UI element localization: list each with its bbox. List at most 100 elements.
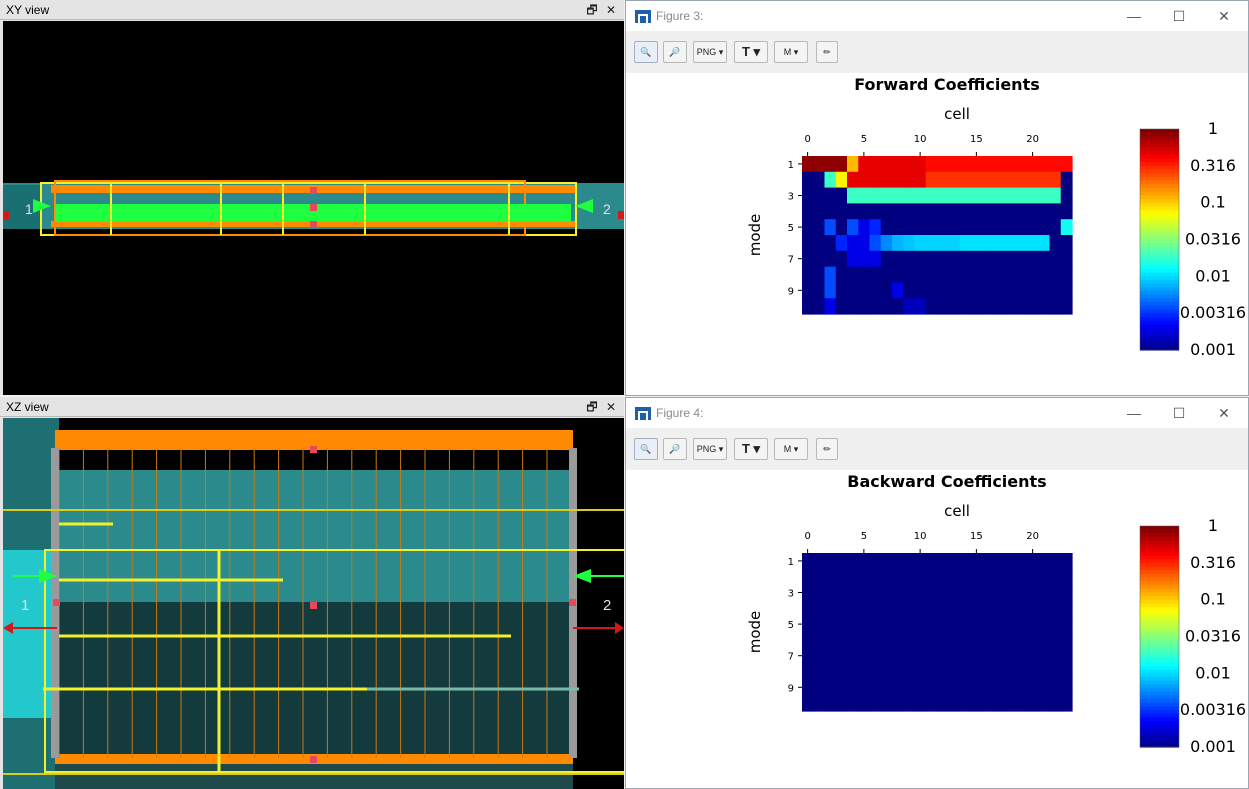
zoom-icon[interactable]: 🔍 (634, 41, 658, 63)
backward-colorbar-band (1140, 647, 1179, 652)
forward-heatmap-cell (880, 219, 893, 236)
marker-tool-button[interactable]: M ▾ (774, 41, 808, 63)
close-icon[interactable]: ✕ (603, 399, 619, 415)
forward-heatmap-cell (914, 171, 927, 189)
restore-icon[interactable]: 🗗 (584, 399, 600, 415)
minimize-icon[interactable]: — (1120, 5, 1148, 27)
backward-heatmap-cell (880, 553, 893, 570)
backward-heatmap-cell (802, 616, 814, 633)
close-icon[interactable]: ✕ (1210, 402, 1238, 424)
maximize-icon[interactable]: ☐ (1165, 402, 1193, 424)
forward-heatmap-cell (1060, 235, 1073, 252)
forward-heatmap-cell (937, 156, 949, 173)
marker-tool-button[interactable]: M ▾ (774, 438, 808, 460)
xz-viewport[interactable]: 1 2 (3, 418, 624, 789)
backward-heatmap-cell (847, 553, 859, 570)
forward-heatmap-cell (982, 219, 994, 236)
backward-heatmap-cell (1027, 647, 1039, 665)
close-icon[interactable]: ✕ (603, 2, 619, 18)
xz-handle[interactable] (310, 446, 317, 453)
xz-handle[interactable] (53, 599, 60, 606)
xz-handle[interactable] (310, 602, 317, 609)
backward-colorbar-band (1140, 533, 1179, 538)
backward-heatmap-cell (982, 600, 994, 617)
forward-colorbar-band (1140, 176, 1179, 182)
backward-colorbar-band (1140, 537, 1179, 542)
forward-coefficients-chart: Forward Coefficients cell mode 0 5 10 15 20 1 3 5 7… (746, 75, 1246, 359)
pencil-icon[interactable]: ✏ (816, 438, 838, 460)
backward-heatmap-cell (892, 553, 904, 570)
backward-heatmap-cell (993, 679, 1006, 696)
forward-heatmap-cell (1004, 219, 1017, 236)
export-png-button[interactable]: PNG ▾ (693, 41, 727, 63)
forward-colorbar-tick-label: 0.316 (1190, 156, 1236, 175)
backward-heatmap-cell (847, 584, 859, 601)
backward-colorbar-band (1140, 654, 1179, 660)
backward-heatmap-cell (847, 679, 859, 696)
close-icon[interactable]: ✕ (1210, 5, 1238, 27)
forward-colorbar-band (1140, 324, 1179, 329)
backward-heatmap-cell (802, 584, 814, 601)
backward-colorbar-band (1140, 544, 1179, 549)
restore-icon[interactable]: 🗗 (584, 2, 600, 18)
forward-heatmap-cell (982, 266, 994, 283)
backward-heatmap-cell (813, 600, 826, 617)
backward-heatmap-cell (880, 679, 893, 696)
forward-heatmap-cell (948, 266, 961, 283)
backward-x-tick-label: 5 (861, 531, 867, 542)
backward-colorbar-band (1140, 629, 1179, 634)
backward-heatmap-cell (892, 679, 904, 696)
xz-handle[interactable] (569, 599, 576, 606)
forward-colorbar-band (1140, 202, 1179, 207)
forward-colorbar-band (1140, 198, 1179, 204)
backward-heatmap-cell (802, 632, 814, 649)
export-png-button[interactable]: PNG ▾ (693, 438, 727, 460)
forward-heatmap-cell (914, 156, 927, 173)
backward-colorbar-band (1140, 595, 1179, 601)
xy-handle[interactable] (310, 187, 317, 194)
forward-heatmap-cell (858, 298, 871, 315)
text-tool-button[interactable]: T ▾ (734, 41, 768, 63)
backward-heatmap-cell (970, 663, 983, 680)
xy-viewport[interactable]: 1 2 (3, 21, 624, 395)
backward-x-tick-label: 20 (1026, 531, 1039, 542)
backward-heatmap-cell (847, 663, 859, 680)
xz-handle[interactable] (310, 756, 317, 763)
backward-heatmap-cell (824, 632, 837, 649)
zoom-reset-icon[interactable]: 🔎 (663, 41, 687, 63)
backward-heatmap-cell (1060, 584, 1073, 601)
zoom-reset-icon[interactable]: 🔎 (663, 438, 687, 460)
xy-handle[interactable] (310, 204, 317, 211)
pencil-icon[interactable]: ✏ (816, 41, 838, 63)
png-label: PNG (696, 444, 717, 454)
forward-heatmap-cell (993, 203, 1006, 220)
backward-colorbar-band (1140, 555, 1179, 560)
backward-colorbar-band (1140, 673, 1179, 678)
forward-heatmap-cell (1004, 250, 1017, 268)
backward-heatmap-cell (937, 553, 949, 570)
xz-canvas[interactable]: 1 2 (3, 418, 624, 789)
maximize-icon[interactable]: ☐ (1165, 5, 1193, 27)
backward-heatmap-cell (1004, 695, 1017, 712)
backward-y-tick-label: 1 (788, 557, 794, 568)
zoom-icon[interactable]: 🔍 (634, 438, 658, 460)
text-tool-button[interactable]: T ▾ (734, 438, 768, 460)
forward-heatmap-cell (1049, 298, 1062, 315)
forward-colorbar-band (1140, 294, 1179, 300)
forward-colorbar-band (1140, 173, 1179, 178)
forward-heatmap-cell (937, 298, 949, 315)
backward-heatmap-cell (892, 647, 904, 665)
minimize-icon[interactable]: — (1120, 402, 1148, 424)
backward-heatmap-cell (982, 632, 994, 649)
port-1-marker (3, 211, 9, 219)
backward-heatmap-cell (847, 616, 859, 633)
xy-canvas[interactable]: 1 2 (3, 21, 624, 395)
forward-heatmap-cell (937, 187, 949, 204)
xy-handle[interactable] (310, 221, 317, 228)
forward-colorbar-tick-label: 0.1 (1200, 193, 1225, 212)
backward-heatmap-cell (993, 553, 1006, 570)
forward-colorbar-band (1140, 132, 1179, 137)
backward-colorbar-band (1140, 702, 1179, 708)
backward-heatmap-cell (914, 679, 927, 696)
backward-heatmap-cell (1015, 679, 1028, 696)
